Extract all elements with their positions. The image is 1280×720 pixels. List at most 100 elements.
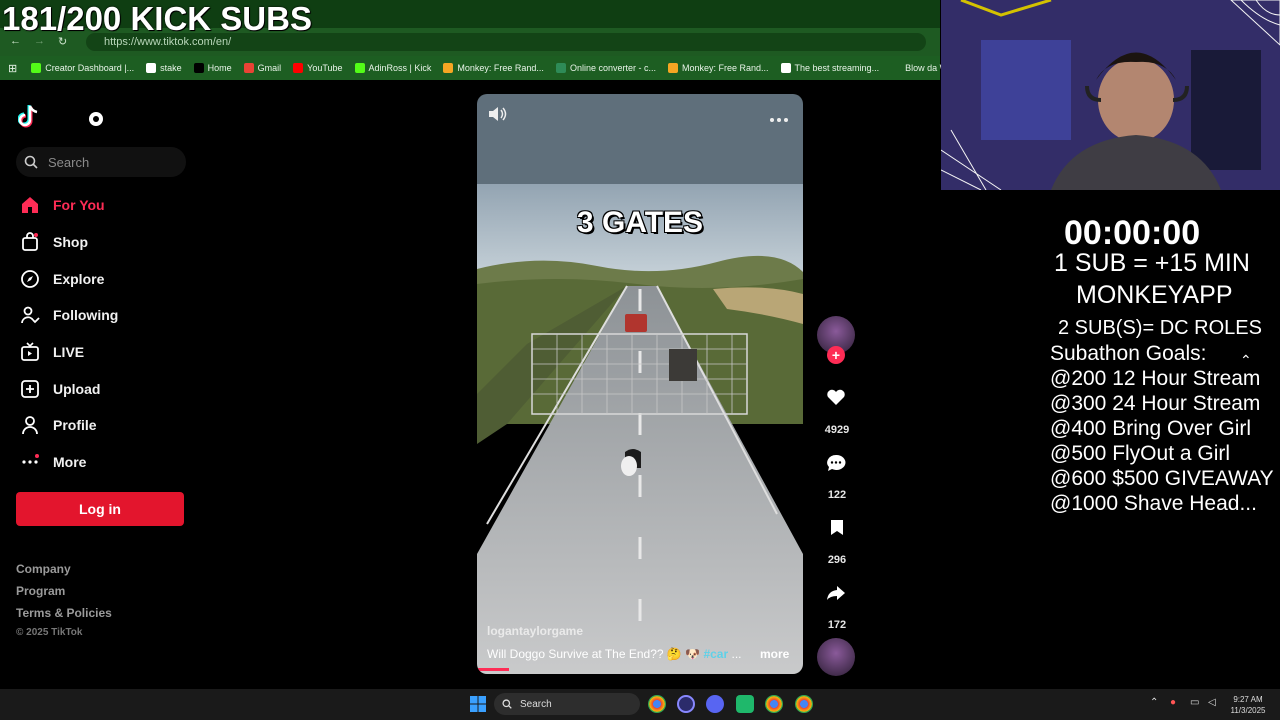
goal-item: @400 Bring Over Girl: [1050, 417, 1252, 440]
nav-live[interactable]: LIVE: [20, 342, 84, 362]
clock-date: 11/3/2025: [1230, 706, 1266, 715]
goal-item: @600 $500 GIVEAWAY: [1050, 467, 1274, 490]
apps-icon[interactable]: ⊞: [8, 62, 17, 75]
nav-upload[interactable]: Upload: [20, 379, 100, 399]
webcam-feed: [941, 0, 1280, 190]
bookmark-icon[interactable]: [830, 519, 844, 541]
nav-label: Shop: [53, 234, 88, 250]
caption-text: Will Doggo Survive at The End?? 🤔 🐶: [487, 647, 701, 661]
nav-label: Upload: [53, 381, 101, 397]
saves-count: 296: [827, 554, 847, 566]
comments-count: 122: [827, 489, 847, 501]
chrome-icon[interactable]: [648, 695, 666, 713]
video-author[interactable]: logantaylorgame: [487, 624, 583, 638]
stake-icon: [146, 63, 157, 73]
bookmark-label: Monkey: Free Rand...: [681, 63, 769, 73]
nav-profile[interactable]: Profile: [20, 415, 97, 435]
bookmark-label: The best streaming...: [794, 63, 880, 73]
bookmark-item[interactable]: Monkey: Free Rand...: [443, 63, 544, 73]
monkey-icon: [667, 63, 678, 73]
monkey-icon: [443, 63, 454, 73]
microphone-icon[interactable]: ●: [1170, 697, 1176, 708]
bookmark-label: stake: [160, 63, 182, 73]
video-frame: [477, 94, 803, 674]
x-icon: [193, 63, 204, 73]
bookmark-item[interactable]: AdinRoss | Kick: [354, 63, 432, 73]
footer-copyright: © 2025 TikTok: [16, 627, 83, 638]
bookmark-item[interactable]: stake: [146, 63, 182, 73]
bookmark-label: AdinRoss | Kick: [368, 63, 432, 73]
heart-icon[interactable]: [826, 388, 846, 411]
bookmark-label: Creator Dashboard |...: [45, 63, 135, 73]
caption-more-link[interactable]: more: [760, 647, 789, 661]
speaker-icon[interactable]: ◁: [1208, 697, 1216, 708]
chrome-profile-icon[interactable]: [765, 695, 783, 713]
goals-title: Subathon Goals:: [1050, 342, 1207, 365]
share-icon[interactable]: [826, 585, 846, 606]
shop-icon: [20, 232, 40, 252]
bookmark-item[interactable]: Home: [193, 63, 232, 73]
discord-icon[interactable]: [706, 695, 724, 713]
bookmark-item[interactable]: Online converter - c...: [555, 63, 656, 73]
bookmark-label: Monkey: Free Rand...: [457, 63, 544, 73]
search-input[interactable]: Search: [16, 147, 186, 177]
bookmark-item[interactable]: Monkey: Free Rand...: [667, 63, 769, 73]
caption-hashtag[interactable]: #car: [703, 647, 728, 661]
bookmarks-bar: ⊞ Creator Dashboard |... stake Home Gmail Yo…: [0, 56, 991, 80]
video-options-icon[interactable]: [769, 110, 789, 128]
subathon-timer: 00:00:00: [1064, 214, 1201, 246]
volume-icon[interactable]: [487, 106, 507, 127]
live-icon: [20, 342, 40, 362]
tiktok-logo[interactable]: [17, 102, 118, 132]
nav-label: Profile: [53, 417, 97, 433]
nav-following[interactable]: Following: [20, 305, 118, 325]
kick-icon: [31, 63, 42, 73]
kick-subs-counter: 181/200 KICK SUBS: [2, 0, 312, 37]
following-icon: [20, 305, 40, 325]
music-icon: [891, 63, 902, 73]
nav-for-you[interactable]: For You: [20, 195, 105, 215]
taskbar-clock[interactable]: 9:27 AM 11/3/2025: [1226, 694, 1270, 716]
goal-item: @200 12 Hour Stream: [1050, 367, 1261, 390]
goal-item: @300 24 Hour Stream: [1050, 392, 1261, 415]
sound-disc-icon[interactable]: [817, 638, 855, 676]
nav-explore[interactable]: Explore: [20, 269, 104, 289]
bookmark-item[interactable]: YouTube: [293, 63, 343, 73]
gmail-icon: [243, 63, 254, 73]
app-icon[interactable]: [736, 695, 754, 713]
goal-item: @1000 Shave Head...: [1050, 492, 1257, 515]
bookmark-item[interactable]: Gmail: [243, 63, 281, 73]
bookmark-item[interactable]: The best streaming...: [780, 63, 880, 73]
taskbar-search-placeholder: Search: [520, 698, 552, 710]
login-button[interactable]: Log in: [16, 492, 184, 526]
sub-rate-app: MONKEYAPP: [1076, 281, 1233, 309]
follow-plus-icon[interactable]: +: [827, 346, 845, 364]
tray-chevron-icon[interactable]: ⌃: [1150, 697, 1158, 708]
windows-start-icon[interactable]: [470, 696, 486, 717]
nav-label: For You: [53, 197, 105, 213]
compass-icon: [20, 269, 40, 289]
bookmark-item[interactable]: Creator Dashboard |...: [31, 63, 134, 73]
search-icon: [24, 155, 38, 169]
network-icon[interactable]: ▭: [1190, 697, 1199, 708]
video-player[interactable]: 3 GATES logantaylorgame Will Doggo Survi…: [477, 94, 803, 674]
footer-terms-link[interactable]: Terms & Policies: [16, 606, 112, 620]
profile-icon: [20, 415, 40, 435]
comment-icon[interactable]: [826, 454, 846, 477]
footer-company-link[interactable]: Company: [16, 562, 71, 576]
search-placeholder: Search: [48, 154, 90, 170]
nav-shop[interactable]: Shop: [20, 232, 88, 252]
footer-program-link[interactable]: Program: [16, 584, 65, 598]
windows-taskbar: [0, 689, 1280, 720]
bookmark-label: YouTube: [307, 63, 343, 73]
likes-count: 4929: [824, 424, 850, 436]
nav-more[interactable]: More: [20, 452, 86, 472]
more-icon: [20, 452, 40, 472]
bookmark-label: Online converter - c...: [569, 63, 656, 73]
cortana-icon[interactable]: [677, 695, 695, 713]
taskbar-search[interactable]: Search: [494, 693, 640, 715]
sub-rate-line: 1 SUB = +15 MIN: [1054, 249, 1250, 277]
nav-label: LIVE: [53, 344, 85, 360]
chrome-profile-2-icon[interactable]: [795, 695, 813, 713]
streaming-icon: [780, 63, 791, 73]
